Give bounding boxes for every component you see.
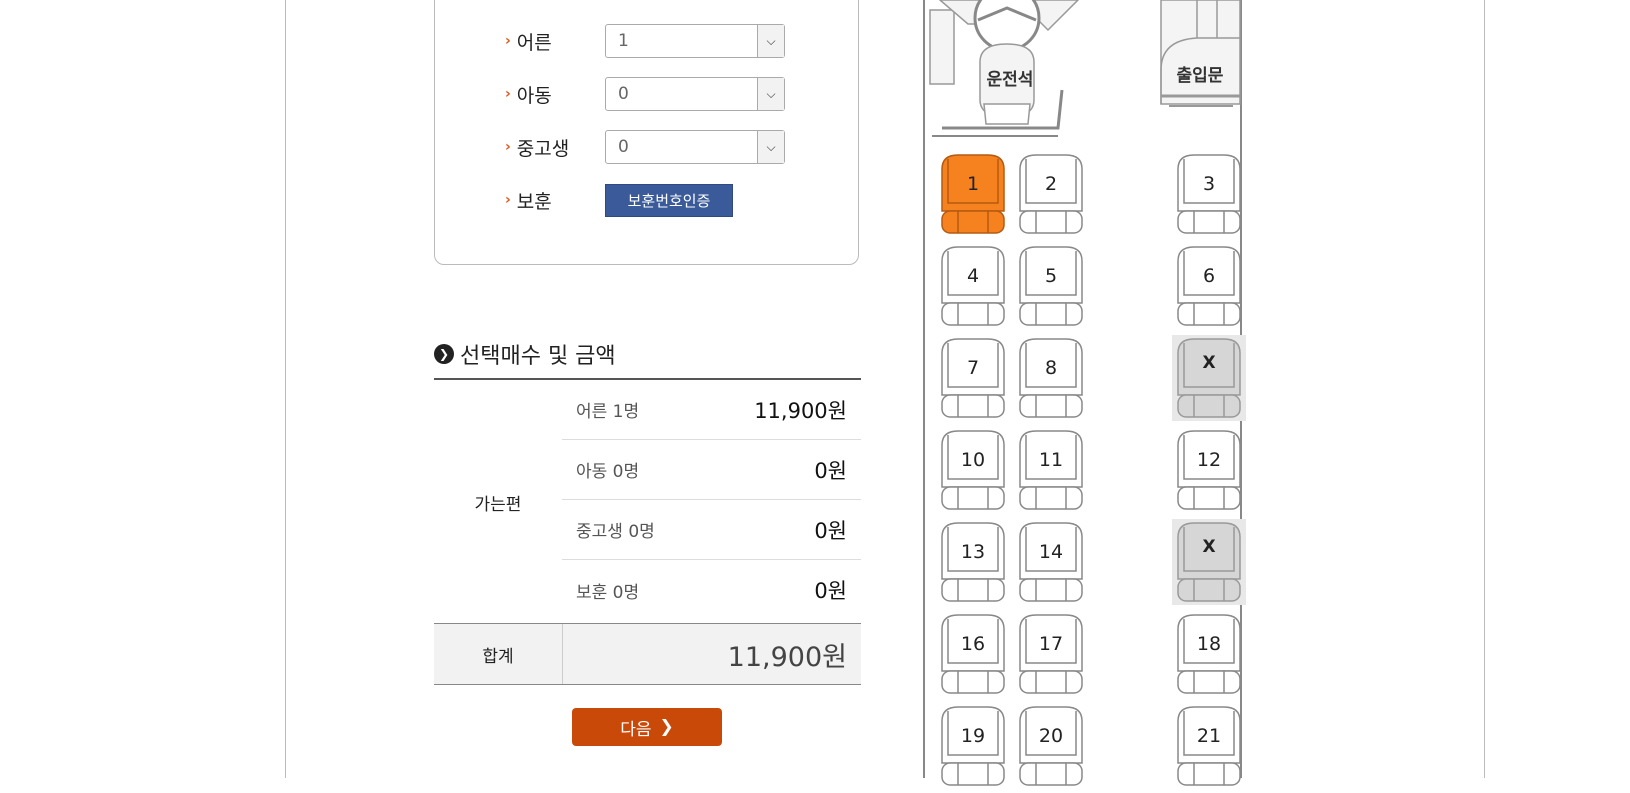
- chevron-right-circle-icon: ❯: [434, 344, 454, 364]
- seat-number: 11: [1038, 449, 1064, 471]
- seat[interactable]: 18: [1172, 611, 1246, 697]
- seat-selected[interactable]: 1: [936, 151, 1010, 237]
- seat[interactable]: 19: [936, 703, 1010, 789]
- chevron-right-icon: ›: [505, 86, 511, 102]
- chevron-right-icon: ›: [505, 192, 511, 208]
- student-select[interactable]: 0 ⌵: [605, 130, 785, 164]
- summary-title: ❯ 선택매수 및 금액: [434, 338, 616, 370]
- seat-number: 21: [1196, 725, 1222, 747]
- seat-number: 16: [960, 633, 986, 655]
- seat-number: 18: [1196, 633, 1222, 655]
- adult-select-value: 1: [618, 31, 629, 51]
- chevron-down-icon[interactable]: ⌵: [757, 25, 784, 57]
- seat-number: X: [1202, 353, 1216, 373]
- child-select-value: 0: [618, 84, 629, 104]
- veteran-label: 보훈: [516, 190, 552, 213]
- adult-row: › 어른 1 ⌵: [505, 24, 785, 58]
- seat-icon: [1172, 335, 1246, 421]
- seat-number: 8: [1044, 357, 1058, 379]
- seat[interactable]: 17: [1014, 611, 1088, 697]
- seat-number: 19: [960, 725, 986, 747]
- seat-icon: [1172, 519, 1246, 605]
- seat[interactable]: 14: [1014, 519, 1088, 605]
- student-row: › 중고생 0 ⌵: [505, 130, 785, 164]
- summary-row-adult: 어른 1명 11,900원: [562, 380, 861, 440]
- seat[interactable]: 2: [1014, 151, 1088, 237]
- seat[interactable]: 7: [936, 335, 1010, 421]
- summary-total-row: 합계 11,900원: [434, 623, 861, 685]
- seat-number: 7: [966, 357, 980, 379]
- seat-number: 12: [1196, 449, 1222, 471]
- student-select-value: 0: [618, 137, 629, 157]
- entrance-door-area: [1160, 0, 1241, 107]
- seat-number: 6: [1202, 265, 1216, 287]
- total-label: 합계: [434, 624, 563, 684]
- seat[interactable]: 10: [936, 427, 1010, 513]
- adult-select[interactable]: 1 ⌵: [605, 24, 785, 58]
- seat-number: 3: [1202, 173, 1216, 195]
- next-button[interactable]: 다음 ❯: [572, 708, 722, 746]
- student-label: 중고생: [516, 137, 570, 160]
- seat-number: 13: [960, 541, 986, 563]
- seat[interactable]: 13: [936, 519, 1010, 605]
- adult-label: 어른: [516, 31, 552, 54]
- chevron-down-icon[interactable]: ⌵: [757, 131, 784, 163]
- chevron-right-icon: ›: [505, 33, 511, 49]
- seat-number: X: [1202, 537, 1216, 557]
- seat-number: 17: [1038, 633, 1064, 655]
- seat-number: 20: [1038, 725, 1064, 747]
- seat[interactable]: 3: [1172, 151, 1246, 237]
- seat[interactable]: 5: [1014, 243, 1088, 329]
- chevron-right-icon: ›: [505, 139, 511, 155]
- chevron-right-icon: ❯: [659, 717, 674, 737]
- entrance-door-label: 출입문: [1176, 66, 1224, 86]
- child-select[interactable]: 0 ⌵: [605, 77, 785, 111]
- child-row: › 아동 0 ⌵: [505, 77, 785, 111]
- seat[interactable]: 20: [1014, 703, 1088, 789]
- seat[interactable]: 21: [1172, 703, 1246, 789]
- seat-number: 10: [960, 449, 986, 471]
- veteran-auth-button[interactable]: 보훈번호인증: [605, 183, 733, 217]
- seat[interactable]: 12: [1172, 427, 1246, 513]
- veteran-row: › 보훈 보훈번호인증: [505, 183, 733, 217]
- driver-seat-label: 운전석: [986, 70, 1034, 90]
- seat[interactable]: 11: [1014, 427, 1088, 513]
- trip-direction-label: 가는편: [474, 495, 522, 515]
- seat[interactable]: 4: [936, 243, 1010, 329]
- seat-number: 14: [1038, 541, 1064, 563]
- summary-row-student: 중고생 0명 0원: [562, 500, 861, 560]
- summary-row-veteran: 보훈 0명 0원: [576, 579, 847, 603]
- seat-unavailable: X: [1172, 335, 1246, 421]
- seat-number: 4: [966, 265, 980, 287]
- chevron-down-icon[interactable]: ⌵: [757, 78, 784, 110]
- summary-table: 가는편 어른 1명 11,900원 아동 0명 0원 중고생 0명 0원 보훈 …: [434, 378, 861, 603]
- seat[interactable]: 16: [936, 611, 1010, 697]
- seat-unavailable: X: [1172, 519, 1246, 605]
- seat[interactable]: 8: [1014, 335, 1088, 421]
- seat-number: 1: [966, 173, 980, 195]
- seat-number: 2: [1044, 173, 1058, 195]
- total-amount: 11,900원: [727, 641, 847, 673]
- summary-row-child: 아동 0명 0원: [562, 440, 861, 500]
- child-label: 아동: [516, 84, 552, 107]
- seat[interactable]: 6: [1172, 243, 1246, 329]
- seat-number: 5: [1044, 265, 1058, 287]
